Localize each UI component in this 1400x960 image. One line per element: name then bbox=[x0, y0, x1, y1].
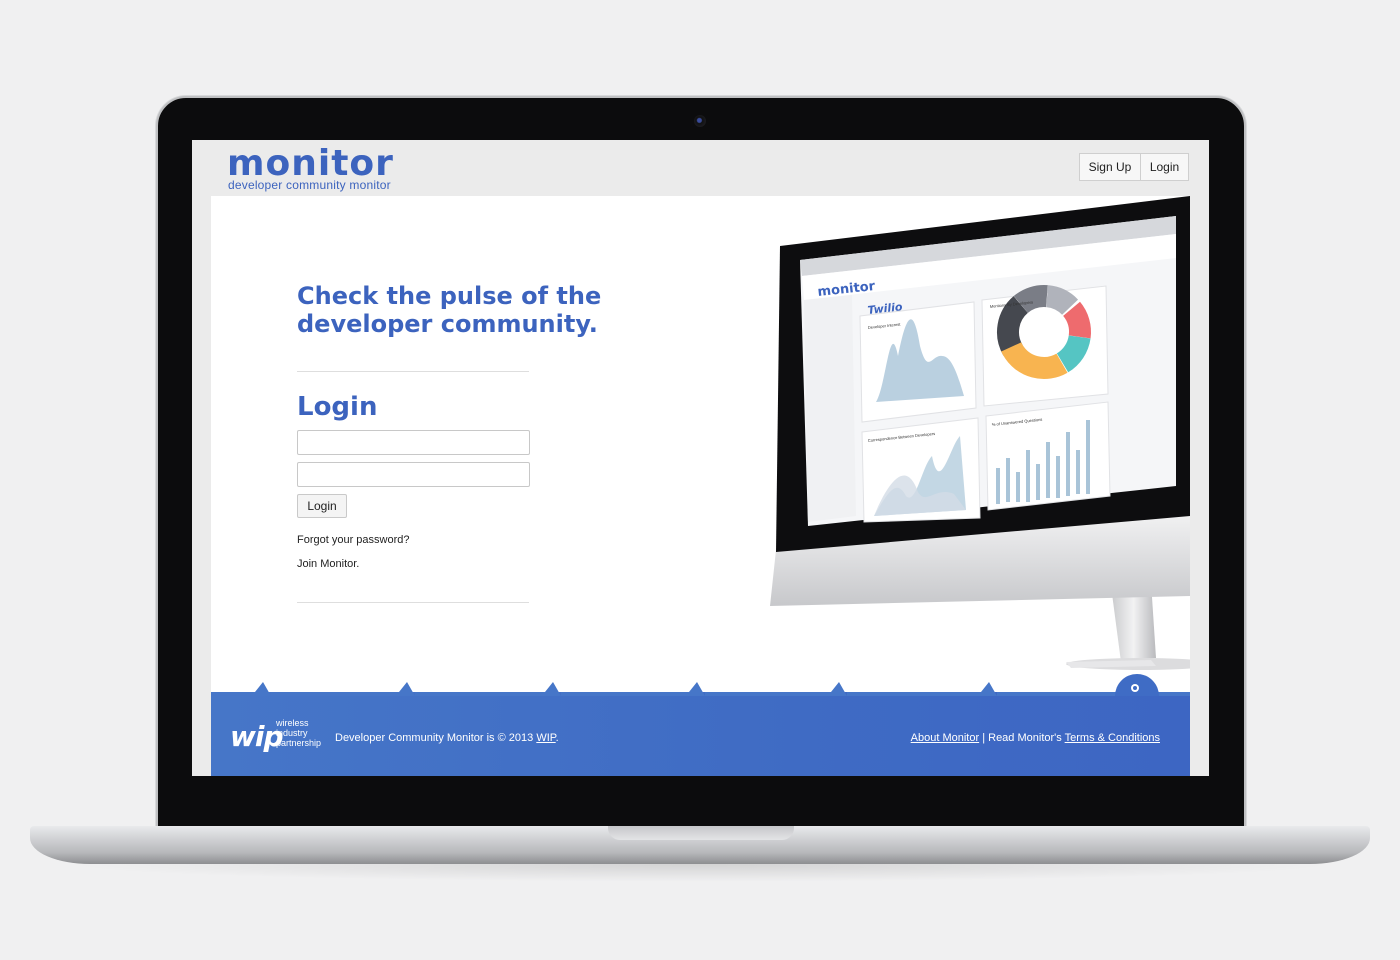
headline-line-1: Check the pulse of the bbox=[297, 282, 602, 310]
wip-wordmark: wireless industry partnership bbox=[276, 718, 336, 748]
wip-line-1: wireless bbox=[276, 718, 309, 728]
imac-product-image: monitor Twilio Developer Interest Mentio… bbox=[756, 196, 1190, 692]
site-footer: wip wireless industry partnership Develo… bbox=[211, 674, 1190, 776]
username-input[interactable] bbox=[297, 430, 530, 455]
footer-separator: | bbox=[979, 732, 989, 744]
login-submit-button[interactable]: Login bbox=[297, 494, 347, 518]
footer-links: About Monitor | Read Monitor's Terms & C… bbox=[911, 732, 1160, 744]
webcam-icon bbox=[694, 115, 706, 127]
main-content: Check the pulse of the developer communi… bbox=[211, 196, 1190, 692]
forgot-password-link[interactable]: Forgot your password? bbox=[297, 534, 410, 546]
imac-illustration: monitor Twilio Developer Interest Mentio… bbox=[770, 196, 1190, 670]
signup-button[interactable]: Sign Up bbox=[1079, 153, 1141, 181]
footer-copyright: Developer Community Monitor is © 2013 WI… bbox=[335, 732, 559, 744]
copyright-suffix: . bbox=[555, 732, 559, 744]
read-prefix: Read Monitor's bbox=[988, 732, 1065, 744]
divider bbox=[297, 371, 529, 372]
monitor-logo[interactable]: monitor bbox=[227, 146, 394, 182]
wip-line-3: partnership bbox=[276, 738, 322, 748]
divider bbox=[297, 602, 529, 603]
laptop-shadow bbox=[60, 864, 1340, 882]
header-login-button[interactable]: Login bbox=[1140, 153, 1189, 181]
laptop-notch bbox=[608, 826, 794, 840]
headline-line-2: developer community. bbox=[297, 310, 598, 338]
site-header: monitor developer community monitor Sign… bbox=[192, 140, 1209, 196]
wip-logo[interactable]: wip wireless industry partnership bbox=[230, 716, 321, 760]
terms-conditions-link[interactable]: Terms & Conditions bbox=[1065, 732, 1160, 744]
laptop-screen: monitor developer community monitor Sign… bbox=[192, 140, 1209, 776]
wip-line-2: industry bbox=[276, 728, 308, 738]
heartbeat-wave bbox=[211, 682, 1190, 696]
password-input[interactable] bbox=[297, 462, 530, 487]
about-monitor-link[interactable]: About Monitor bbox=[911, 732, 979, 744]
copyright-prefix: Developer Community Monitor is © 2013 bbox=[335, 732, 537, 744]
wip-link[interactable]: WIP bbox=[536, 732, 555, 744]
hero-headline: Check the pulse of the developer communi… bbox=[297, 282, 627, 338]
login-heading: Login bbox=[297, 392, 378, 422]
wip-mark: wip bbox=[230, 720, 284, 753]
join-monitor-link[interactable]: Join Monitor. bbox=[297, 558, 359, 570]
pulse-dot-icon bbox=[1115, 674, 1159, 696]
logo-tagline: developer community monitor bbox=[228, 178, 391, 192]
